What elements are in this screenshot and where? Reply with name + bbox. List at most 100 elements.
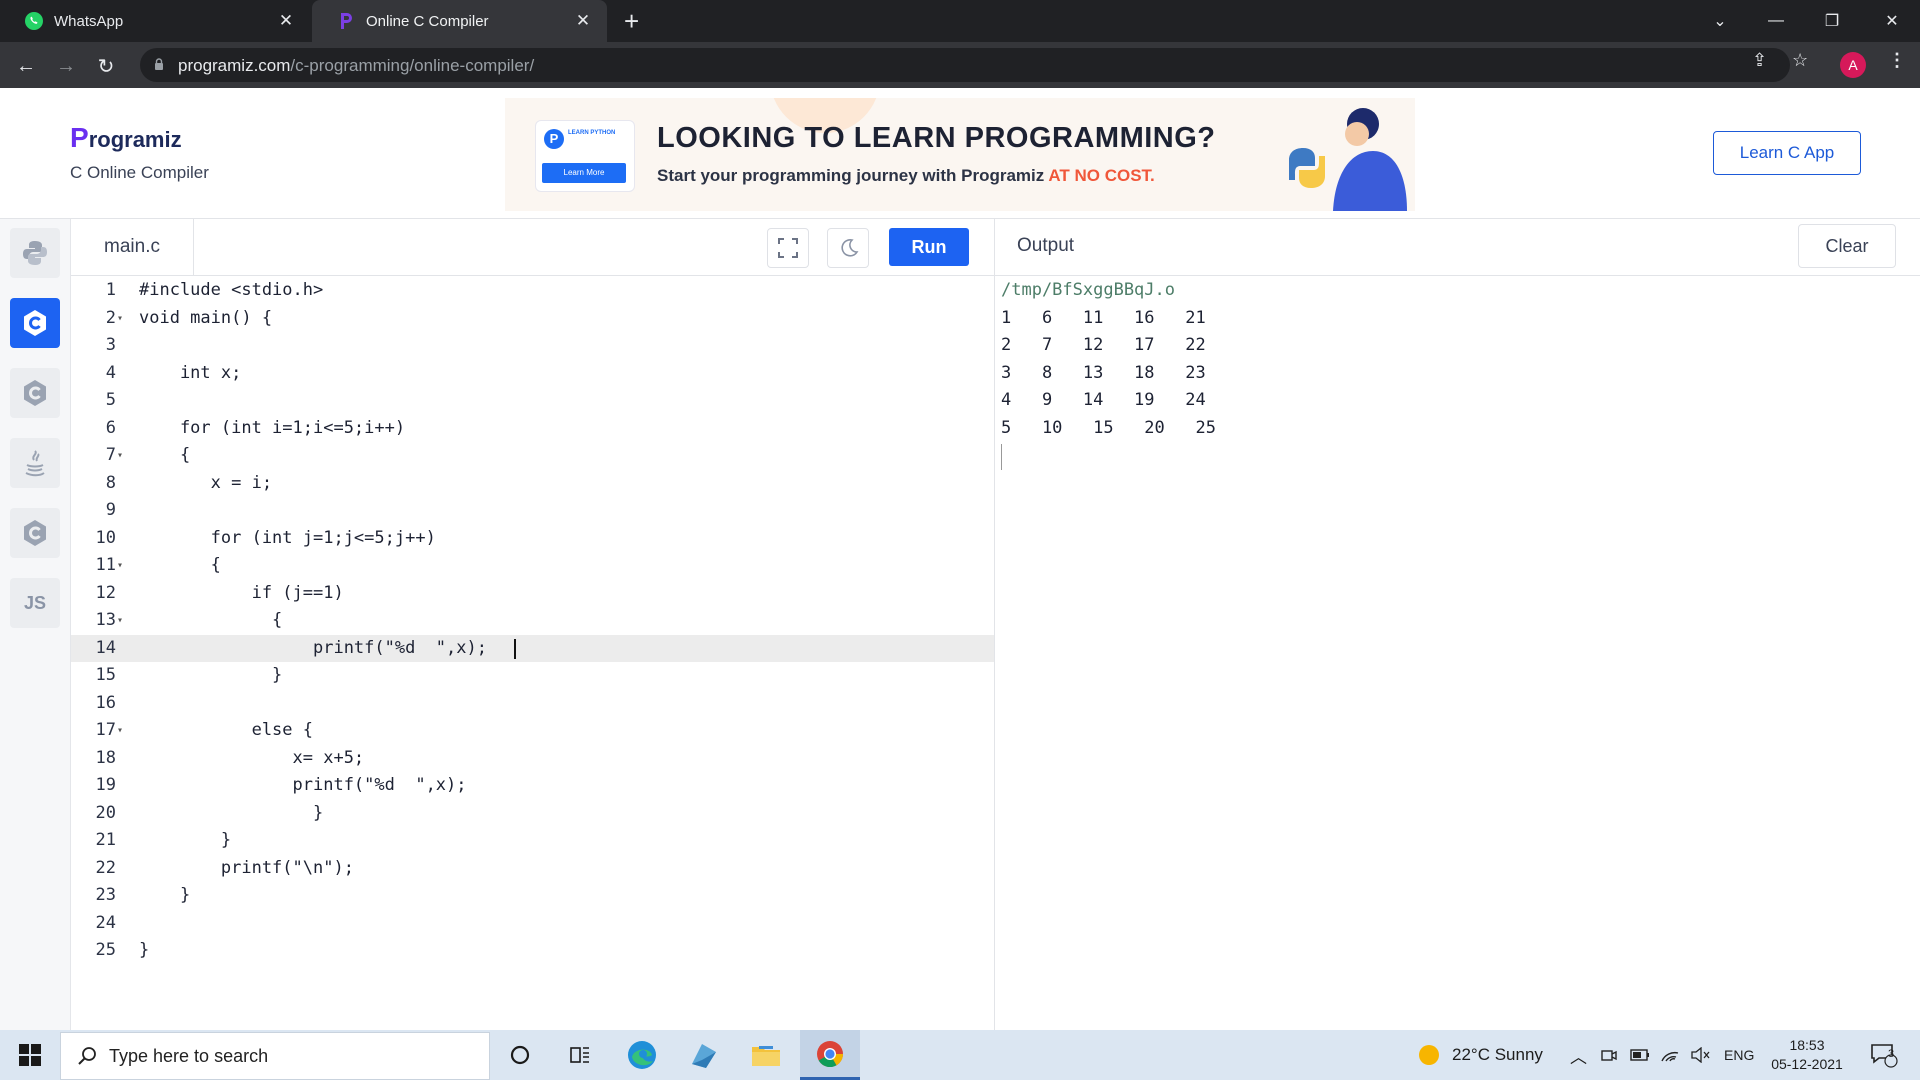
dark-mode-button[interactable]	[827, 228, 869, 268]
code-line[interactable]: 4 int x;	[71, 360, 994, 388]
code-area[interactable]: 1 #include <stdio.h> 2 ▾ void main() {3 4 int…	[71, 277, 994, 965]
rail-item-python[interactable]	[10, 228, 60, 278]
code-line[interactable]: 24	[71, 910, 994, 938]
code-line[interactable]: 9	[71, 497, 994, 525]
code-line[interactable]: 12 if (j==1)	[71, 580, 994, 608]
code-text: printf("%d ",x);	[139, 775, 467, 795]
run-button[interactable]: Run	[889, 228, 969, 266]
code-line[interactable]: 8 x = i;	[71, 470, 994, 498]
notifications-icon[interactable]: 3	[1870, 1030, 1898, 1080]
code-line[interactable]: 1 #include <stdio.h>	[71, 277, 994, 305]
output-title: Output	[1017, 235, 1075, 256]
chrome-taskbar-icon[interactable]	[800, 1030, 860, 1080]
code-line[interactable]: 16	[71, 690, 994, 718]
fold-arrow-icon[interactable]: ▾	[117, 607, 129, 635]
url-path: /c-programming/online-compiler/	[290, 56, 535, 75]
line-number: 24	[95, 912, 116, 933]
code-line[interactable]: 15 }	[71, 662, 994, 690]
code-line[interactable]: 7 ▾ {	[71, 442, 994, 470]
address-bar[interactable]: programiz.com/c-programming/online-compi…	[140, 48, 1790, 82]
output-row: 1 6 11 16 21	[1001, 307, 1206, 328]
fold-arrow-icon[interactable]: ▾	[117, 442, 129, 470]
wifi-icon[interactable]	[1660, 1030, 1680, 1080]
code-text: }	[139, 830, 232, 850]
files-app-icon[interactable]	[674, 1030, 734, 1080]
code-line[interactable]: 3	[71, 332, 994, 360]
system-clock[interactable]: 18:53 05-12-2021	[1762, 1036, 1852, 1074]
meet-now-icon[interactable]	[1600, 1030, 1618, 1080]
back-icon[interactable]: ←	[14, 54, 38, 78]
restore-icon[interactable]: ❐	[1804, 0, 1860, 42]
code-line[interactable]: 22 printf("\n");	[71, 855, 994, 883]
cortana-icon[interactable]	[490, 1030, 550, 1080]
code-line[interactable]: 23 }	[71, 882, 994, 910]
code-line[interactable]: 20 }	[71, 800, 994, 828]
code-line[interactable]: 25}	[71, 937, 994, 965]
language-indicator[interactable]: ENG	[1724, 1030, 1754, 1080]
forward-icon[interactable]: →	[54, 54, 78, 78]
show-hidden-icons-icon[interactable]: ︿	[1570, 1030, 1587, 1080]
line-number: 3	[105, 335, 116, 355]
close-tab-icon[interactable]: ✕	[573, 11, 593, 31]
file-explorer-icon[interactable]	[736, 1030, 796, 1080]
line-number: 5	[105, 390, 116, 410]
rail-item-java[interactable]	[10, 438, 60, 488]
taskbar-search[interactable]: Type here to search	[60, 1032, 490, 1080]
code-line[interactable]: 17 ▾ else {	[71, 717, 994, 745]
output-toolbar: Output Clear	[995, 219, 1920, 276]
rail-item-cpp[interactable]	[10, 368, 60, 418]
programiz-logo[interactable]: Programiz	[70, 122, 182, 154]
code-line[interactable]: 13 ▾ {	[71, 607, 994, 635]
code-line[interactable]: 10 for (int j=1;j<=5;j++)	[71, 525, 994, 553]
close-window-icon[interactable]: ✕	[1864, 0, 1920, 42]
weather-widget[interactable]: 22°C Sunny	[1418, 1030, 1543, 1080]
tab-online-c-compiler[interactable]: Online C Compiler ✕	[312, 0, 607, 42]
profile-avatar[interactable]: A	[1840, 52, 1866, 78]
code-text: printf("\n");	[139, 857, 354, 878]
editor-toolbar: main.c Run	[71, 219, 994, 276]
fold-arrow-icon[interactable]: ▾	[117, 552, 129, 580]
edge-icon[interactable]	[612, 1030, 672, 1080]
code-text: int x;	[139, 362, 242, 383]
start-button[interactable]	[0, 1030, 60, 1080]
share-icon[interactable]: ⇪	[1752, 50, 1767, 71]
clear-button[interactable]: Clear	[1798, 224, 1896, 268]
promo-learn-more-button[interactable]: Learn More	[542, 163, 626, 183]
fold-arrow-icon[interactable]: ▾	[117, 717, 129, 745]
rail-item-csharp[interactable]	[10, 508, 60, 558]
windows-logo-icon	[19, 1044, 41, 1066]
rail-item-javascript[interactable]: JS	[10, 578, 60, 628]
battery-icon[interactable]	[1630, 1030, 1650, 1080]
menu-kebab-icon[interactable]: ⋮	[1888, 50, 1906, 71]
code-line[interactable]: 2 ▾ void main() {	[71, 305, 994, 333]
line-number: 13	[95, 610, 116, 630]
tab-whatsapp[interactable]: WhatsApp ✕	[0, 0, 310, 42]
code-line[interactable]: 11 ▾ {	[71, 552, 994, 580]
code-line[interactable]: 14 printf("%d ",x);	[71, 634, 994, 662]
bookmark-star-icon[interactable]: ☆	[1792, 50, 1808, 71]
new-tab-icon[interactable]: +	[624, 6, 639, 37]
reload-icon[interactable]: ↻	[94, 54, 118, 78]
line-number: 2	[105, 307, 116, 328]
ad-banner[interactable]: P LEARN PYTHON Learn More LOOKING TO LEA…	[505, 98, 1415, 211]
fullscreen-button[interactable]	[767, 228, 809, 268]
whatsapp-icon	[24, 11, 44, 31]
tab-search-icon[interactable]: ⌄	[1692, 0, 1748, 42]
console-caret	[1001, 444, 1002, 470]
fold-arrow-icon[interactable]: ▾	[117, 305, 129, 333]
minimize-icon[interactable]: —	[1748, 0, 1804, 42]
close-tab-icon[interactable]: ✕	[276, 11, 296, 31]
language-rail: JS	[0, 219, 71, 1030]
code-line[interactable]: 21 }	[71, 827, 994, 855]
rail-item-c[interactable]	[10, 298, 60, 348]
file-tab-main-c[interactable]: main.c	[71, 219, 194, 275]
output-console[interactable]: /tmp/BfSxggBBqJ.o 1 6 11 16 21 2 7 12 17 …	[1001, 277, 1216, 470]
code-line[interactable]: 18 x= x+5;	[71, 745, 994, 773]
code-line[interactable]: 6 for (int i=1;i<=5;i++)	[71, 415, 994, 443]
code-line[interactable]: 5	[71, 387, 994, 415]
task-view-icon[interactable]	[550, 1030, 610, 1080]
learn-c-app-button[interactable]: Learn C App	[1713, 131, 1861, 175]
code-line[interactable]: 19 printf("%d ",x);	[71, 772, 994, 800]
code-text: }	[139, 665, 283, 685]
volume-muted-icon[interactable]	[1690, 1030, 1710, 1080]
